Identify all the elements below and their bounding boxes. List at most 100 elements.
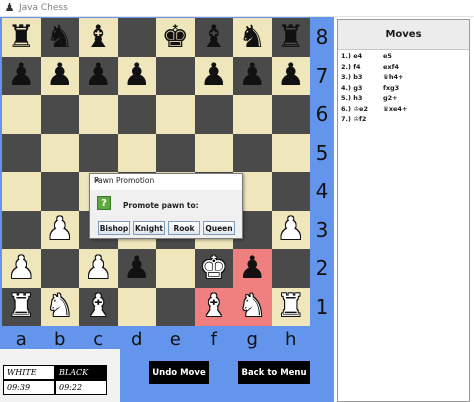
white-move: 4.) g3	[341, 83, 363, 92]
square-g2[interactable]: ♟	[233, 249, 272, 288]
black-pawn-icon[interactable]: ♟	[46, 60, 74, 91]
square-d7[interactable]: ♟	[117, 56, 156, 95]
square-a3[interactable]	[2, 210, 41, 249]
square-f6[interactable]	[194, 95, 233, 134]
square-e5[interactable]	[156, 133, 195, 172]
square-h8[interactable]: ♜	[271, 18, 310, 57]
black-rook-icon[interactable]: ♜	[7, 21, 35, 53]
black-bishop-icon[interactable]: ♝	[200, 21, 228, 53]
square-h7[interactable]: ♟	[271, 56, 310, 95]
square-g1[interactable]: ♞	[233, 287, 272, 326]
black-knight-icon[interactable]: ♞	[238, 21, 266, 53]
square-h2[interactable]	[271, 249, 310, 288]
file-label: e	[169, 328, 181, 350]
promote-knight-button[interactable]: Knight	[133, 221, 165, 235]
file-label: a	[15, 328, 27, 350]
dialog-title-bar: Pawn Promotion ✕	[90, 174, 242, 190]
pawn-promotion-dialog: Pawn Promotion ✕ ? Promote pawn to: Bish…	[89, 173, 243, 239]
square-h3[interactable]: ♟	[271, 210, 310, 249]
promote-rook-button[interactable]: Rook	[168, 221, 200, 235]
black-knight-icon[interactable]: ♞	[46, 21, 74, 53]
square-c8[interactable]: ♝	[79, 18, 118, 57]
square-a5[interactable]	[2, 133, 41, 172]
promote-bishop-button[interactable]: Bishop	[98, 221, 130, 235]
square-a6[interactable]	[2, 95, 41, 134]
square-f8[interactable]: ♝	[194, 18, 233, 57]
square-f2[interactable]: ♚	[194, 249, 233, 288]
moves-list[interactable]: 1.) e4 e5 2.) f4 exf4 3.) b3 ♛h4+ 4.) g3 fxg3 5.…	[341, 51, 467, 125]
black-pawn-icon[interactable]: ♟	[7, 60, 35, 91]
square-c6[interactable]	[79, 95, 118, 134]
white-king-icon[interactable]: ♚	[200, 252, 228, 284]
square-h6[interactable]	[271, 95, 310, 134]
move-row: 3.) b3 ♛h4+	[341, 72, 467, 83]
white-knight-icon[interactable]: ♞	[46, 291, 74, 322]
square-c7[interactable]: ♟	[79, 56, 118, 95]
square-d1[interactable]	[117, 287, 156, 326]
square-g7[interactable]: ♟	[233, 56, 272, 95]
square-d5[interactable]	[117, 133, 156, 172]
white-pawn-icon[interactable]: ♟	[84, 252, 112, 284]
square-g6[interactable]	[233, 95, 272, 134]
square-b6[interactable]	[40, 95, 79, 134]
black-king-icon[interactable]: ♚	[161, 21, 189, 53]
square-d6[interactable]	[117, 95, 156, 134]
square-e8[interactable]: ♚	[156, 18, 195, 57]
square-c2[interactable]: ♟	[79, 249, 118, 288]
square-f1[interactable]: ♝	[194, 287, 233, 326]
undo-move-button[interactable]: Undo Move	[149, 361, 209, 384]
back-to-menu-button[interactable]: Back to Menu	[238, 361, 310, 384]
white-rook-icon[interactable]: ♜	[277, 291, 305, 322]
promote-queen-button[interactable]: Queen	[203, 221, 235, 235]
square-e7[interactable]	[156, 56, 195, 95]
square-g8[interactable]: ♞	[233, 18, 272, 57]
black-pawn-icon[interactable]: ♟	[123, 60, 151, 91]
square-c5[interactable]	[79, 133, 118, 172]
square-e2[interactable]	[156, 249, 195, 288]
square-b7[interactable]: ♟	[40, 56, 79, 95]
black-time: 09:22	[55, 380, 107, 395]
square-f5[interactable]	[194, 133, 233, 172]
square-c1[interactable]: ♝	[79, 287, 118, 326]
square-d2[interactable]: ♟	[117, 249, 156, 288]
square-a1[interactable]: ♜	[2, 287, 41, 326]
square-b8[interactable]: ♞	[40, 18, 79, 57]
square-h5[interactable]	[271, 133, 310, 172]
white-pawn-icon[interactable]: ♟	[277, 214, 305, 245]
square-d8[interactable]	[117, 18, 156, 57]
white-knight-icon[interactable]: ♞	[238, 291, 266, 322]
black-pawn-icon[interactable]: ♟	[238, 252, 266, 284]
square-h1[interactable]: ♜	[271, 287, 310, 326]
square-b4[interactable]	[40, 172, 79, 211]
square-b1[interactable]: ♞	[40, 287, 79, 326]
white-bishop-icon[interactable]: ♝	[84, 291, 112, 322]
white-bishop-icon[interactable]: ♝	[200, 291, 228, 322]
white-pawn-icon[interactable]: ♟	[7, 252, 35, 284]
square-e1[interactable]	[156, 287, 195, 326]
black-pawn-icon[interactable]: ♟	[84, 60, 112, 91]
square-e6[interactable]	[156, 95, 195, 134]
title-bar: ♟ Java Chess	[0, 0, 474, 17]
black-pawn-icon[interactable]: ♟	[123, 252, 151, 284]
black-bishop-icon[interactable]: ♝	[84, 21, 112, 53]
white-rook-icon[interactable]: ♜	[7, 291, 35, 322]
square-h4[interactable]	[271, 172, 310, 211]
square-b3[interactable]: ♟	[40, 210, 79, 249]
square-f7[interactable]: ♟	[194, 56, 233, 95]
square-a8[interactable]: ♜	[2, 18, 41, 57]
black-pawn-icon[interactable]: ♟	[200, 60, 228, 91]
square-b5[interactable]	[40, 133, 79, 172]
black-pawn-icon[interactable]: ♟	[277, 60, 305, 91]
square-a4[interactable]	[2, 172, 41, 211]
black-rook-icon[interactable]: ♜	[277, 21, 305, 53]
square-b2[interactable]	[40, 249, 79, 288]
square-a2[interactable]: ♟	[2, 249, 41, 288]
black-pawn-icon[interactable]: ♟	[238, 60, 266, 91]
white-time: 09:39	[3, 380, 55, 395]
close-icon[interactable]: ✕	[94, 176, 238, 185]
square-g5[interactable]	[233, 133, 272, 172]
square-a7[interactable]: ♟	[2, 56, 41, 95]
white-pawn-icon[interactable]: ♟	[46, 214, 74, 245]
file-label: c	[93, 328, 104, 350]
window-title: Java Chess	[19, 3, 68, 13]
